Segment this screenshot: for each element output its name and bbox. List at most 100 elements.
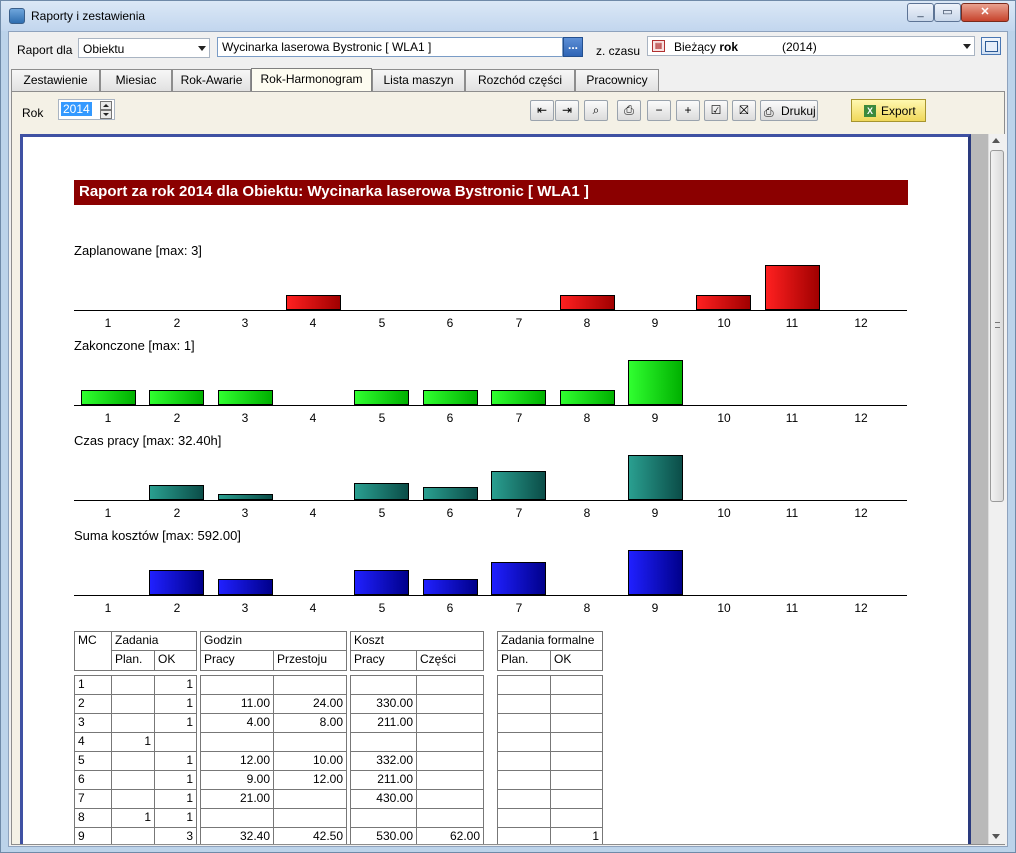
- tick-label: 3: [241, 506, 249, 520]
- tick-label: 5: [378, 506, 386, 520]
- tick-label: 6: [446, 601, 454, 615]
- raport-type-select[interactable]: Obiektu: [78, 38, 210, 58]
- year-down-button[interactable]: [100, 110, 112, 119]
- table-cell: 1: [111, 732, 155, 752]
- chart-bar: [696, 295, 751, 310]
- table-cell: [497, 770, 551, 790]
- vertical-scrollbar[interactable]: [988, 134, 1005, 844]
- next-page-button[interactable]: ⇥: [555, 100, 579, 121]
- table-cell: 9: [74, 827, 112, 844]
- table-cell: [350, 675, 417, 695]
- table-cell: 32.40: [200, 827, 274, 844]
- tab-rok-harmonogram[interactable]: Rok-Harmonogram: [251, 68, 372, 92]
- table-cell: 1: [154, 694, 197, 714]
- table-cell: 62.00: [416, 827, 484, 844]
- tick-label: 4: [309, 506, 317, 520]
- table-cell: [200, 675, 274, 695]
- first-page-button[interactable]: ⇤: [530, 100, 554, 121]
- excel-icon: X: [864, 105, 876, 117]
- chart-bar: [354, 570, 409, 595]
- header-mc: MC: [74, 631, 112, 671]
- chart-bar: [286, 295, 341, 310]
- zoom-fit-button[interactable]: ⌕: [584, 100, 608, 121]
- tab-bar: Zestawienie Miesiac Rok-Awarie Rok-Harmo…: [11, 68, 1006, 92]
- tab-rozchod-czesci[interactable]: Rozchód części: [465, 69, 575, 91]
- print-button[interactable]: ⎙ Drukuj: [760, 100, 818, 121]
- table-cell: 12.00: [273, 770, 347, 790]
- object-field[interactable]: Wycinarka laserowa Bystronic [ WLA1 ]: [217, 37, 563, 57]
- scroll-up-arrow[interactable]: [992, 138, 1000, 143]
- tick-label: 1: [104, 506, 112, 520]
- table-cell: [273, 732, 347, 752]
- table-cell: [273, 675, 347, 695]
- table-cell: [497, 713, 551, 733]
- tab-rok-awarie[interactable]: Rok-Awarie: [172, 69, 251, 91]
- tick-label: 3: [241, 411, 249, 425]
- tick-label: 6: [446, 411, 454, 425]
- maximize-button[interactable]: ▭: [934, 3, 961, 22]
- chart-bar: [218, 390, 273, 405]
- table-cell: 1: [74, 675, 112, 695]
- chart-bar: [81, 390, 136, 405]
- chart-baseline: [74, 405, 907, 406]
- header-koszt: Koszt: [350, 631, 484, 651]
- minimize-button[interactable]: _: [907, 3, 934, 22]
- close-button[interactable]: ✕: [961, 3, 1009, 22]
- tick-label: 5: [378, 411, 386, 425]
- chart-bar: [491, 390, 546, 405]
- chart-bar: [491, 562, 546, 595]
- preview-button[interactable]: ⎙: [617, 100, 641, 121]
- header-plan-zf: Plan.: [497, 650, 551, 671]
- year-up-button[interactable]: [100, 101, 112, 110]
- chart-title: Suma kosztów [max: 592.00]: [74, 528, 241, 543]
- table-cell: 10.00: [273, 751, 347, 771]
- tab-pracownicy[interactable]: Pracownicy: [575, 69, 659, 91]
- print-label: Drukuj: [781, 104, 816, 118]
- tick-label: 12: [854, 316, 868, 330]
- table-cell: [111, 694, 155, 714]
- table-cell: 1: [154, 713, 197, 733]
- chart-baseline: [74, 310, 907, 311]
- chart-baseline: [74, 595, 907, 596]
- table-cell: [273, 808, 347, 828]
- table-cell: [111, 827, 155, 844]
- table-cell: [111, 713, 155, 733]
- report-page: Raport za rok 2014 dla Obiektu: Wycinark…: [20, 134, 971, 844]
- tick-label: 10: [717, 411, 731, 425]
- chevron-down-icon: [198, 46, 206, 51]
- browse-object-button[interactable]: ...: [563, 37, 583, 57]
- header-ok-zf: OK: [550, 650, 603, 671]
- tab-miesiac[interactable]: Miesiac: [100, 69, 172, 91]
- year-stepper[interactable]: 2014: [58, 99, 115, 120]
- scroll-down-arrow[interactable]: [992, 834, 1000, 839]
- app-window: Raporty i zestawienia _ ▭ ✕ Raport dla O…: [0, 0, 1016, 853]
- header-czesci: Części: [416, 650, 484, 671]
- export-button[interactable]: X Export: [851, 99, 926, 122]
- header-pracy: Pracy: [200, 650, 274, 671]
- tab-lista-maszyn[interactable]: Lista maszyn: [372, 69, 465, 91]
- table-cell: [111, 789, 155, 809]
- table-cell: [416, 808, 484, 828]
- tick-label: 11: [785, 506, 799, 520]
- tab-zestawienie[interactable]: Zestawienie: [11, 69, 100, 91]
- zoom-out-button[interactable]: −: [647, 100, 671, 121]
- table-cell: 1: [550, 827, 603, 844]
- header-zadania: Zadania: [111, 631, 197, 651]
- chevron-down-icon: [963, 44, 971, 49]
- scroll-thumb[interactable]: [990, 150, 1004, 502]
- header-pracy-koszt: Pracy: [350, 650, 417, 671]
- table-cell: [497, 732, 551, 752]
- report-viewport: Raport za rok 2014 dla Obiektu: Wycinark…: [20, 134, 989, 844]
- chart-bar: [149, 390, 204, 405]
- tick-label: 7: [515, 506, 523, 520]
- table-cell: [154, 732, 197, 752]
- check-button[interactable]: ☑: [704, 100, 728, 121]
- chart-bar: [218, 494, 273, 500]
- zoom-in-button[interactable]: +: [676, 100, 700, 121]
- table-cell: 24.00: [273, 694, 347, 714]
- panel-toggle-button[interactable]: [981, 37, 1001, 55]
- tick-label: 12: [854, 411, 868, 425]
- pdf-button[interactable]: ⛝: [732, 100, 756, 121]
- table-cell: 330.00: [350, 694, 417, 714]
- period-select[interactable]: ▦ Bieżący rok (2014): [647, 36, 975, 56]
